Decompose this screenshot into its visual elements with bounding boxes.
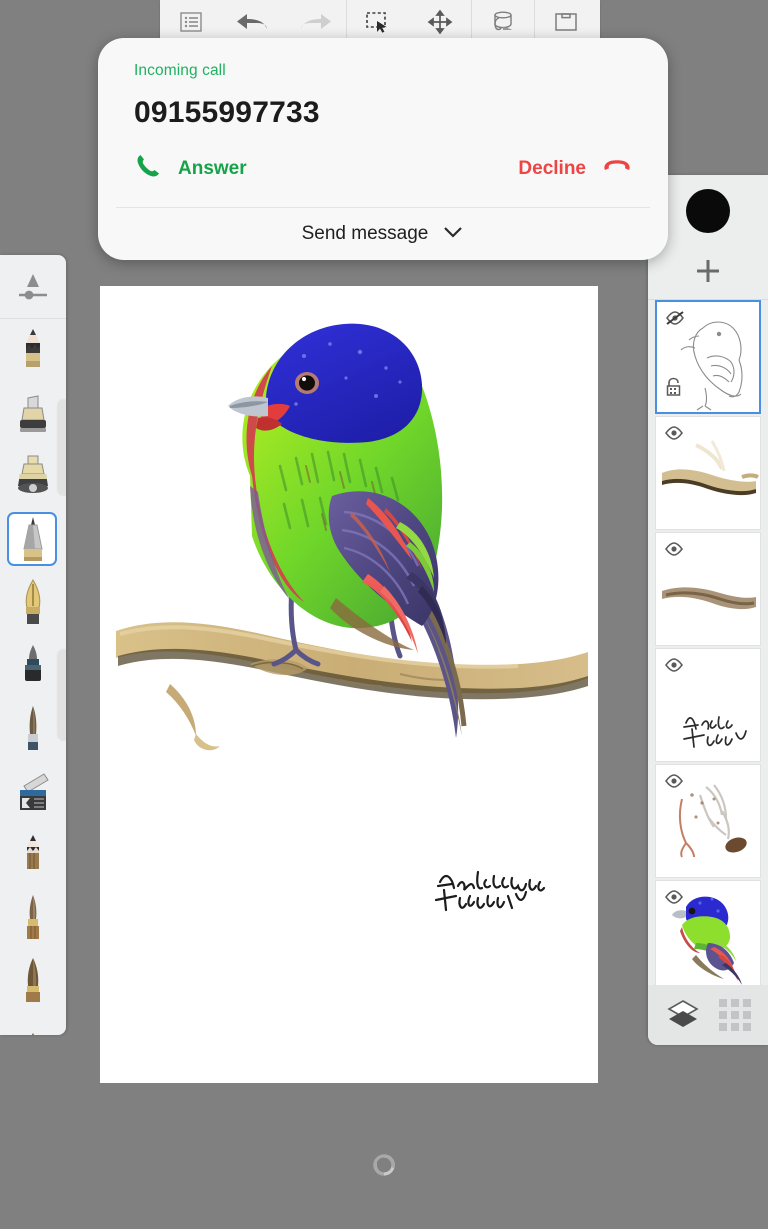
plus-icon [693,256,723,291]
layer-item[interactable] [655,648,761,762]
undo-icon [236,10,270,34]
answer-call-button[interactable]: Answer [134,152,247,185]
bird-body [228,323,446,654]
tool-flat-brush[interactable] [0,886,66,949]
rotate-canvas-button[interactable] [371,1152,397,1183]
incoming-call-dialog: Incoming call 09155997733 Answer Decline [98,38,668,260]
bird-eye [295,372,319,394]
tool-pencil[interactable] [0,319,66,382]
eye-visible-icon[interactable] [664,657,684,678]
tool-wide-brush[interactable] [0,1012,66,1035]
layer-item[interactable] [655,300,761,414]
redo-icon [298,10,332,34]
send-message-label: Send message [301,223,429,244]
toolbar-scroll-handle-top[interactable] [58,400,66,495]
tool-marker[interactable] [0,382,66,445]
eye-visible-icon[interactable] [664,889,684,910]
rotate-canvas-icon [371,1154,397,1182]
send-message-button[interactable]: Send message [98,208,668,260]
artwork-painted-bunting [116,323,588,912]
tool-ink-pen[interactable] [0,508,66,571]
phone-decline-icon [602,155,632,182]
layers-panel-footer [648,985,768,1045]
phone-answer-icon [134,152,162,185]
tool-bristle-brush[interactable] [0,949,66,1012]
tool-soft-pencil[interactable] [0,823,66,886]
layer-item[interactable] [655,764,761,878]
caller-number: 09155997733 [134,96,320,129]
eye-visible-icon[interactable] [664,773,684,794]
artwork-signature [434,870,546,912]
grid-3x3-icon[interactable] [718,999,751,1031]
paint-bucket-icon [489,9,517,35]
eye-hidden-icon[interactable] [665,310,685,331]
layer-item[interactable] [655,532,761,646]
call-actions-row: Answer Decline [134,152,632,189]
canvas-layers-icon [553,10,579,34]
current-color-swatch[interactable] [686,189,730,233]
tool-calligraphy[interactable] [0,571,66,634]
select-marquee-icon [365,10,391,34]
tool-felt-tip[interactable] [0,634,66,697]
incoming-call-label: Incoming call [134,62,226,79]
move-transform-icon [427,9,453,35]
add-layer-button[interactable] [648,247,768,300]
layers-stack-icon[interactable] [666,998,700,1033]
brush-toolbar[interactable] [0,255,66,1035]
layer-item[interactable] [655,416,761,530]
eye-visible-icon[interactable] [664,425,684,446]
layers-panel[interactable] [648,175,768,1045]
decline-call-button[interactable]: Decline [518,155,632,182]
eye-visible-icon[interactable] [664,541,684,562]
branch [116,622,588,751]
tool-round-brush[interactable] [0,697,66,760]
menu-list-icon [179,10,203,34]
chevron-down-icon [442,225,464,244]
answer-label: Answer [178,157,247,179]
drawing-canvas[interactable] [100,286,598,1083]
lock-icon[interactable] [665,377,682,402]
layer-item[interactable] [655,880,761,994]
brush-size-slider[interactable] [0,255,66,319]
call-dialog-body: Incoming call 09155997733 Answer Decline [98,38,668,207]
tool-airbrush[interactable] [0,445,66,508]
decline-label: Decline [518,157,586,179]
toolbar-scroll-handle-bottom[interactable] [58,650,66,740]
tool-palette-knife[interactable] [0,760,66,823]
